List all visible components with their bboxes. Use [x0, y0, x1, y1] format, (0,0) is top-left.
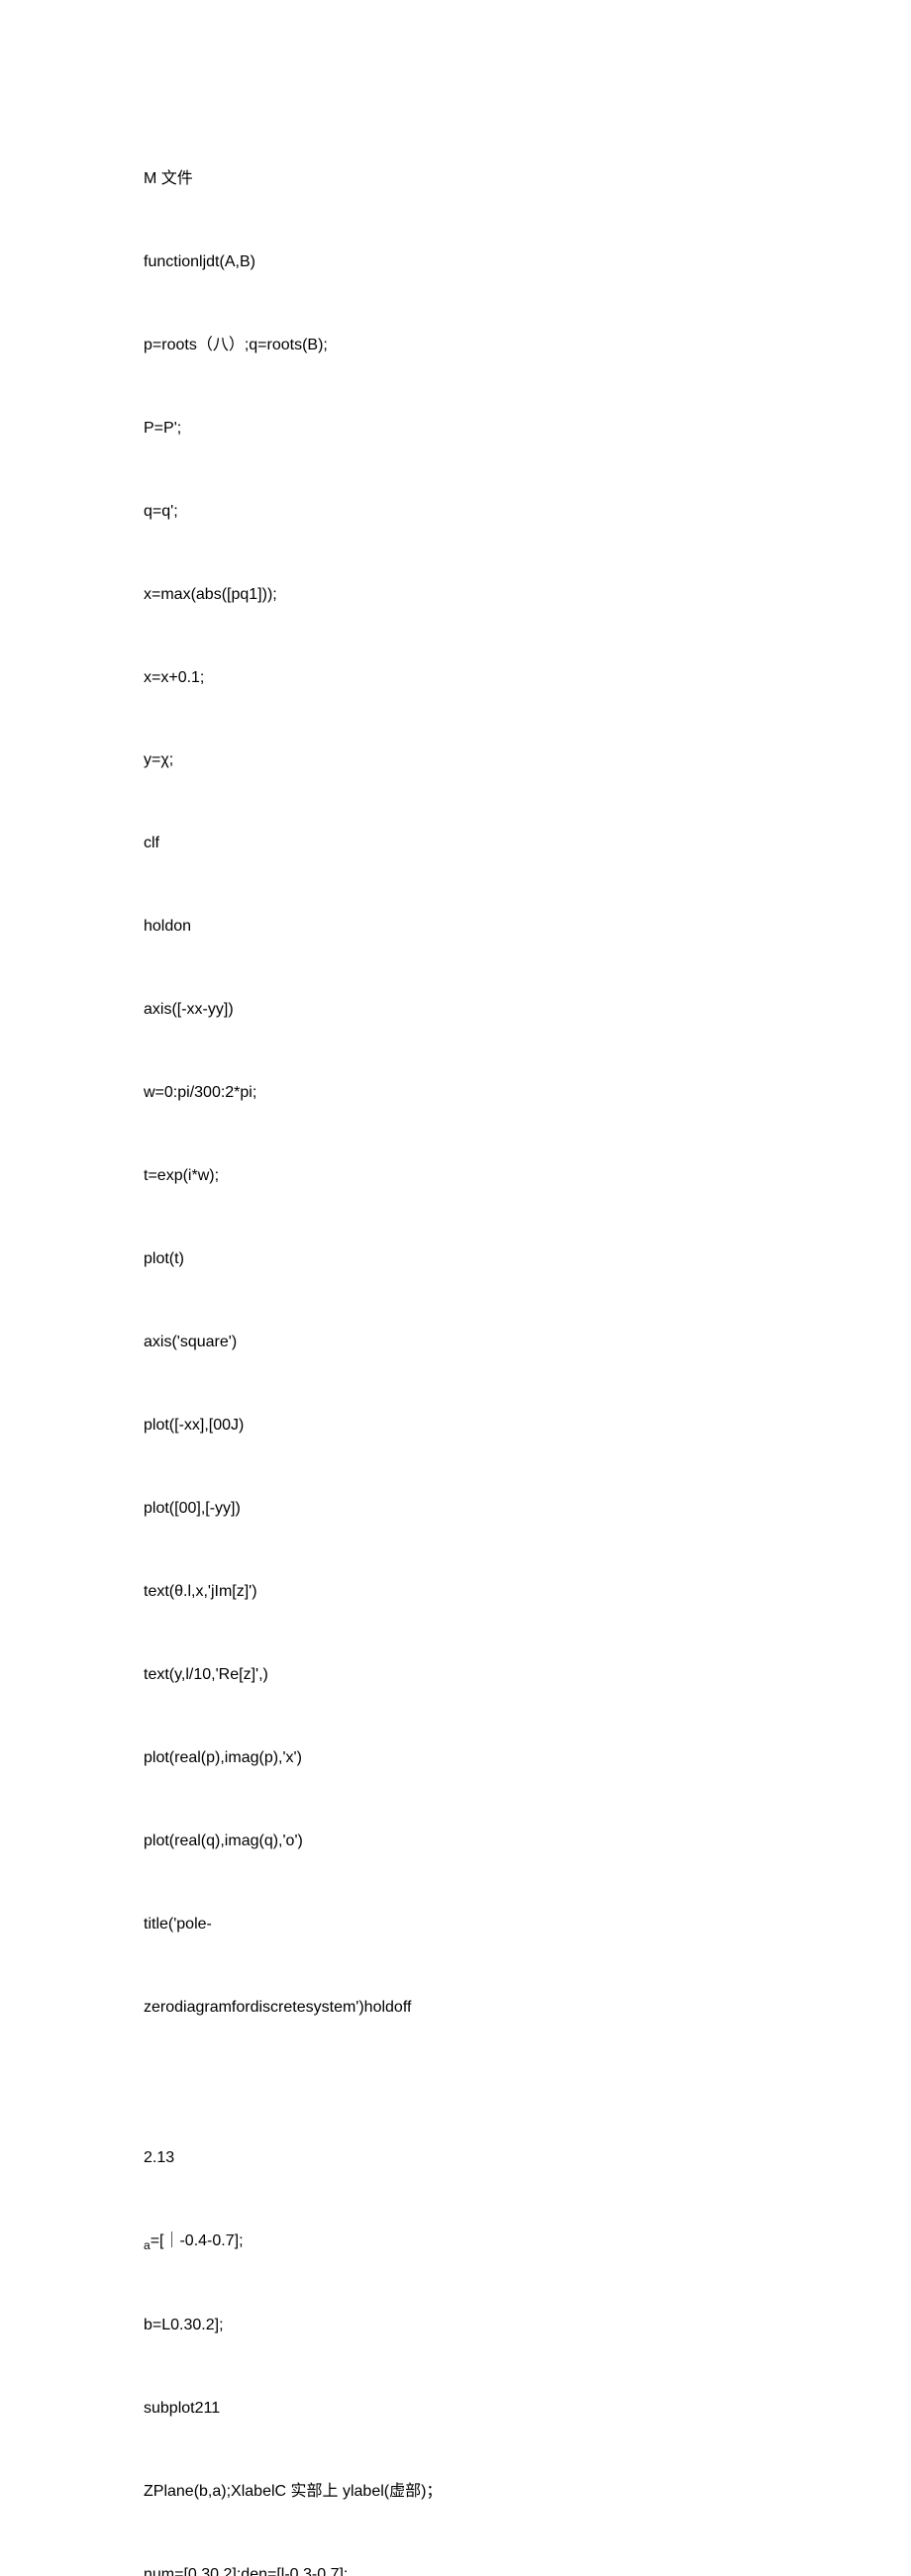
- code-line: text(y,l/10,'Re[z]',): [144, 1662, 911, 1688]
- code-line: axis([-xx-yy]): [144, 997, 911, 1023]
- code-line: holdon: [144, 914, 911, 940]
- code-line: zerodiagramfordiscretesystem')holdoff: [144, 1995, 911, 2021]
- code-line: functionljdt(A,B): [144, 249, 911, 275]
- code-line: title('pole-: [144, 1912, 911, 1937]
- document-page: M 文件 functionljdt(A,B) p=roots（八）;q=root…: [0, 0, 911, 2576]
- code-line: subplot211: [144, 2396, 911, 2422]
- code-line: num=[0.30.2];den=[l-0.3-0.7];: [144, 2562, 911, 2576]
- code-line: a=[｜-0.4-0.7];: [144, 2229, 911, 2256]
- code-line: plot([00],[-yy]): [144, 1496, 911, 1522]
- code-line: P=P';: [144, 416, 911, 442]
- code-line: plot([-xx],[00J): [144, 1413, 911, 1438]
- code-line: x=x+0.1;: [144, 665, 911, 691]
- code-line: x=max(abs([pq1]));: [144, 582, 911, 608]
- code-line: plot(real(p),imag(p),'x'): [144, 1745, 911, 1771]
- code-line: M 文件: [144, 166, 911, 192]
- code-line: text(θ.l,x,'jIm[z]'): [144, 1579, 911, 1605]
- code-line: w=0:pi/300:2*pi;: [144, 1080, 911, 1106]
- section-break: [144, 2078, 911, 2088]
- code-line: b=L0.30.2];: [144, 2313, 911, 2338]
- code-line: ZPlane(b,a);XlabelC 实部上 ylabel(虚部)；: [144, 2479, 911, 2505]
- code-line: axis('square'): [144, 1330, 911, 1355]
- code-line: plot(t): [144, 1246, 911, 1272]
- code-line: 2.13: [144, 2145, 911, 2171]
- code-line: q=q';: [144, 499, 911, 525]
- code-line: t=exp(i*w);: [144, 1163, 911, 1189]
- subscript-a: a: [144, 2238, 151, 2252]
- code-text: =[｜-0.4-0.7];: [151, 2232, 244, 2249]
- code-line: clf: [144, 831, 911, 856]
- code-line: p=roots（八）;q=roots(B);: [144, 333, 911, 358]
- code-block-2: 2.13 a=[｜-0.4-0.7]; b=L0.30.2]; subplot2…: [144, 2088, 911, 2576]
- code-line: plot(real(q),imag(q),'o'): [144, 1829, 911, 1854]
- code-block-1: M 文件 functionljdt(A,B) p=roots（八）;q=root…: [144, 109, 911, 2078]
- code-line: y=χ;: [144, 747, 911, 773]
